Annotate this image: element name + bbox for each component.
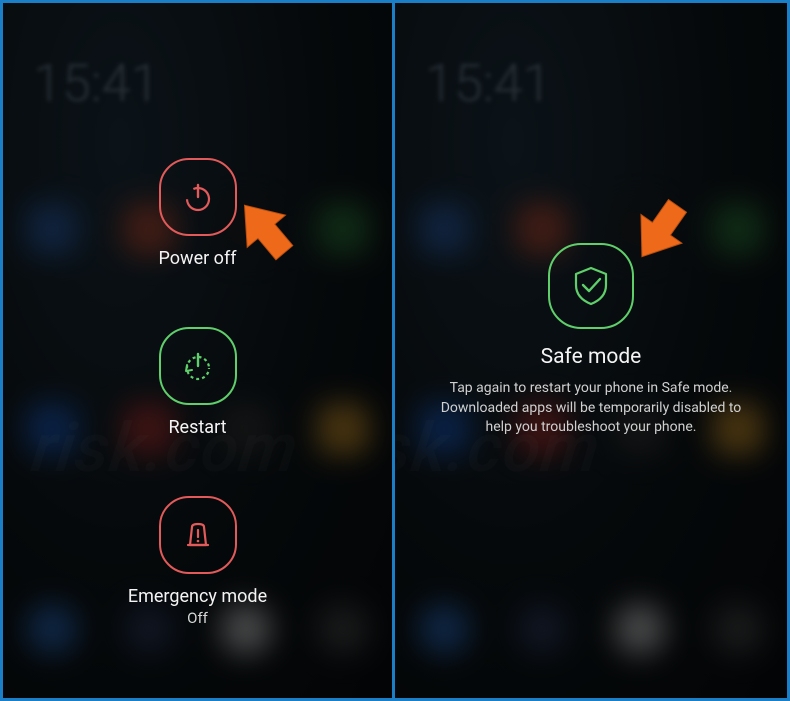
power-off-label: Power off <box>159 248 237 269</box>
safe-mode-description: Tap again to restart your phone in Safe … <box>427 379 755 438</box>
safe-mode-shield-icon <box>548 243 634 329</box>
power-menu: Power off Restart <box>3 158 392 627</box>
restart-label: Restart <box>168 417 226 438</box>
safe-mode-title: Safe mode <box>541 345 642 369</box>
restart-icon <box>159 327 237 405</box>
power-off-icon <box>159 158 237 236</box>
emergency-mode-sub: Off <box>187 609 208 627</box>
tutorial-frame: 15:41 risk.com Power off <box>0 0 790 701</box>
restart-button[interactable]: Restart <box>159 327 237 438</box>
safe-mode-panel: Safe mode Tap again to restart your phon… <box>395 243 787 438</box>
emergency-mode-label: Emergency mode <box>128 586 267 607</box>
safe-mode-button[interactable] <box>548 243 634 345</box>
power-off-button[interactable]: Power off <box>159 158 237 269</box>
screenshot-left-power-menu: 15:41 risk.com Power off <box>3 3 395 698</box>
emergency-mode-button[interactable]: Emergency mode Off <box>128 496 267 627</box>
emergency-mode-icon <box>159 496 237 574</box>
screenshot-right-safe-mode: 15:41 risk.com Safe mode Tap again to re… <box>395 3 787 698</box>
